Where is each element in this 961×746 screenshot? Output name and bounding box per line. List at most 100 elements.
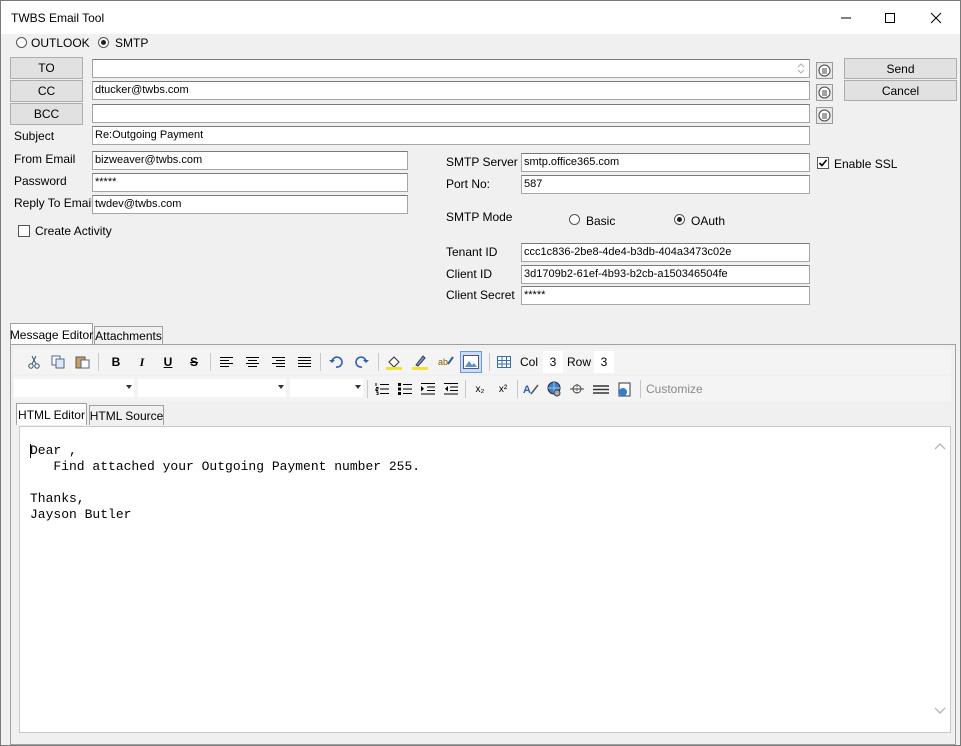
to-field[interactable] <box>92 59 810 78</box>
close-button[interactable] <box>913 1 959 34</box>
password-field[interactable]: ***** <box>92 173 408 192</box>
tab-html-source[interactable]: HTML Source <box>89 405 164 425</box>
clear-format-button[interactable]: A <box>522 380 540 398</box>
globe-link-icon <box>547 381 561 397</box>
toolbar-separator <box>378 353 379 371</box>
to-button[interactable]: TO <box>10 57 83 79</box>
numbered-list-icon <box>375 383 389 395</box>
client-secret-label: Client Secret <box>446 288 515 302</box>
font-family-select[interactable] <box>138 379 286 397</box>
copy-icon <box>51 355 65 369</box>
bcc-address-book-button[interactable] <box>816 107 833 124</box>
insert-image-button[interactable] <box>460 351 482 373</box>
bold-button[interactable]: B <box>107 353 125 371</box>
anchor-button[interactable] <box>568 380 586 398</box>
cancel-button[interactable]: Cancel <box>844 80 957 101</box>
text-cursor <box>30 444 31 458</box>
paint-bucket-icon <box>386 356 402 370</box>
outlook-radio[interactable] <box>16 37 27 48</box>
toolbar-separator <box>640 380 641 398</box>
cc-button[interactable]: CC <box>10 80 83 102</box>
font-size-select[interactable] <box>290 379 363 397</box>
port-field[interactable]: 587 <box>521 175 810 194</box>
align-right-button[interactable] <box>269 353 287 371</box>
send-button[interactable]: Send <box>844 58 957 79</box>
reply-to-field[interactable]: twdev@twbs.com <box>92 195 408 214</box>
horizontal-rule-button[interactable] <box>591 380 611 398</box>
align-right-icon <box>271 356 285 367</box>
title-bar: TWBS Email Tool <box>1 1 960 34</box>
image-icon <box>463 355 479 369</box>
insert-table-button[interactable] <box>495 353 513 371</box>
justify-button[interactable] <box>295 353 313 371</box>
undo-button[interactable] <box>327 353 345 371</box>
toolbar-separator <box>210 353 211 371</box>
enable-ssl-checkbox[interactable] <box>817 157 829 169</box>
strikethrough-button[interactable]: S <box>185 353 203 371</box>
bcc-button[interactable]: BCC <box>10 103 83 125</box>
chevron-down-icon <box>126 385 132 389</box>
client-id-field[interactable]: 3d1709b2-61ef-4b93-b2cb-a150346504fe <box>521 265 810 284</box>
minimize-button[interactable] <box>823 1 869 34</box>
tab-attachments[interactable]: Attachments <box>94 326 163 345</box>
toolbar-separator <box>320 353 321 371</box>
client-id-label: Client ID <box>446 267 493 281</box>
message-body-editor[interactable]: Dear , Find attached your Outgoing Payme… <box>19 426 951 733</box>
style-select[interactable] <box>14 379 134 397</box>
svg-text:ab: ab <box>438 357 448 367</box>
justify-icon <box>297 356 311 367</box>
cc-address-book-button[interactable] <box>816 84 833 101</box>
from-email-field[interactable]: bizweaver@twbs.com <box>92 151 408 170</box>
toolbar-separator <box>489 353 490 371</box>
numbered-list-button[interactable] <box>373 380 391 398</box>
address-book-icon <box>818 86 831 99</box>
reply-to-label: Reply To Email <box>14 196 94 210</box>
row-count-field[interactable]: 3 <box>594 351 614 373</box>
customize-button[interactable]: Customize <box>646 380 706 398</box>
highlight-button[interactable]: ab <box>437 353 455 371</box>
oauth-radio[interactable] <box>674 214 685 225</box>
insert-object-button[interactable] <box>615 380 633 398</box>
subscript-button[interactable]: x₂ <box>470 380 490 398</box>
tab-html-editor[interactable]: HTML Editor <box>16 403 87 425</box>
maximize-button[interactable] <box>867 1 913 34</box>
basic-radio[interactable] <box>569 214 580 225</box>
cc-field[interactable]: dtucker@twbs.com <box>92 81 810 100</box>
superscript-button[interactable]: x² <box>493 380 513 398</box>
bullet-list-button[interactable] <box>396 380 414 398</box>
tab-message-editor[interactable]: Message Editor <box>10 323 93 345</box>
align-center-button[interactable] <box>243 353 261 371</box>
font-color-button[interactable] <box>411 353 429 371</box>
tenant-id-field[interactable]: ccc1c836-2be8-4de4-b3db-404a3473c02e <box>521 243 810 262</box>
outdent-button[interactable] <box>442 380 460 398</box>
document-blue-icon <box>618 382 630 396</box>
password-label: Password <box>14 174 67 188</box>
client-secret-field[interactable]: ***** <box>521 286 810 305</box>
align-left-button[interactable] <box>217 353 235 371</box>
paste-button[interactable] <box>73 353 91 371</box>
subject-field[interactable]: Re:Outgoing Payment <box>92 126 810 145</box>
minimize-icon <box>841 17 851 18</box>
to-address-book-button[interactable] <box>816 62 833 79</box>
editor-scrollbar[interactable] <box>930 427 950 732</box>
create-activity-checkbox[interactable] <box>18 225 30 237</box>
redo-button[interactable] <box>353 353 371 371</box>
smtp-server-field[interactable]: smtp.office365.com <box>521 153 810 172</box>
background-color-button[interactable] <box>385 353 403 371</box>
italic-button[interactable]: I <box>133 353 151 371</box>
col-count-field[interactable]: 3 <box>543 351 563 373</box>
copy-button[interactable] <box>49 353 67 371</box>
align-left-icon <box>219 356 233 367</box>
to-scroll-spinner[interactable] <box>795 61 807 76</box>
toolbar-separator <box>465 380 466 398</box>
create-activity-label: Create Activity <box>35 224 112 238</box>
col-label: Col <box>519 355 538 369</box>
insert-link-button[interactable] <box>545 380 563 398</box>
enable-ssl-label: Enable SSL <box>834 157 898 171</box>
bcc-field[interactable] <box>92 104 810 123</box>
outlook-label: OUTLOOK <box>31 36 90 50</box>
indent-button[interactable] <box>419 380 437 398</box>
underline-button[interactable]: U <box>159 353 177 371</box>
cut-button[interactable] <box>25 353 43 371</box>
smtp-radio[interactable] <box>98 37 109 48</box>
